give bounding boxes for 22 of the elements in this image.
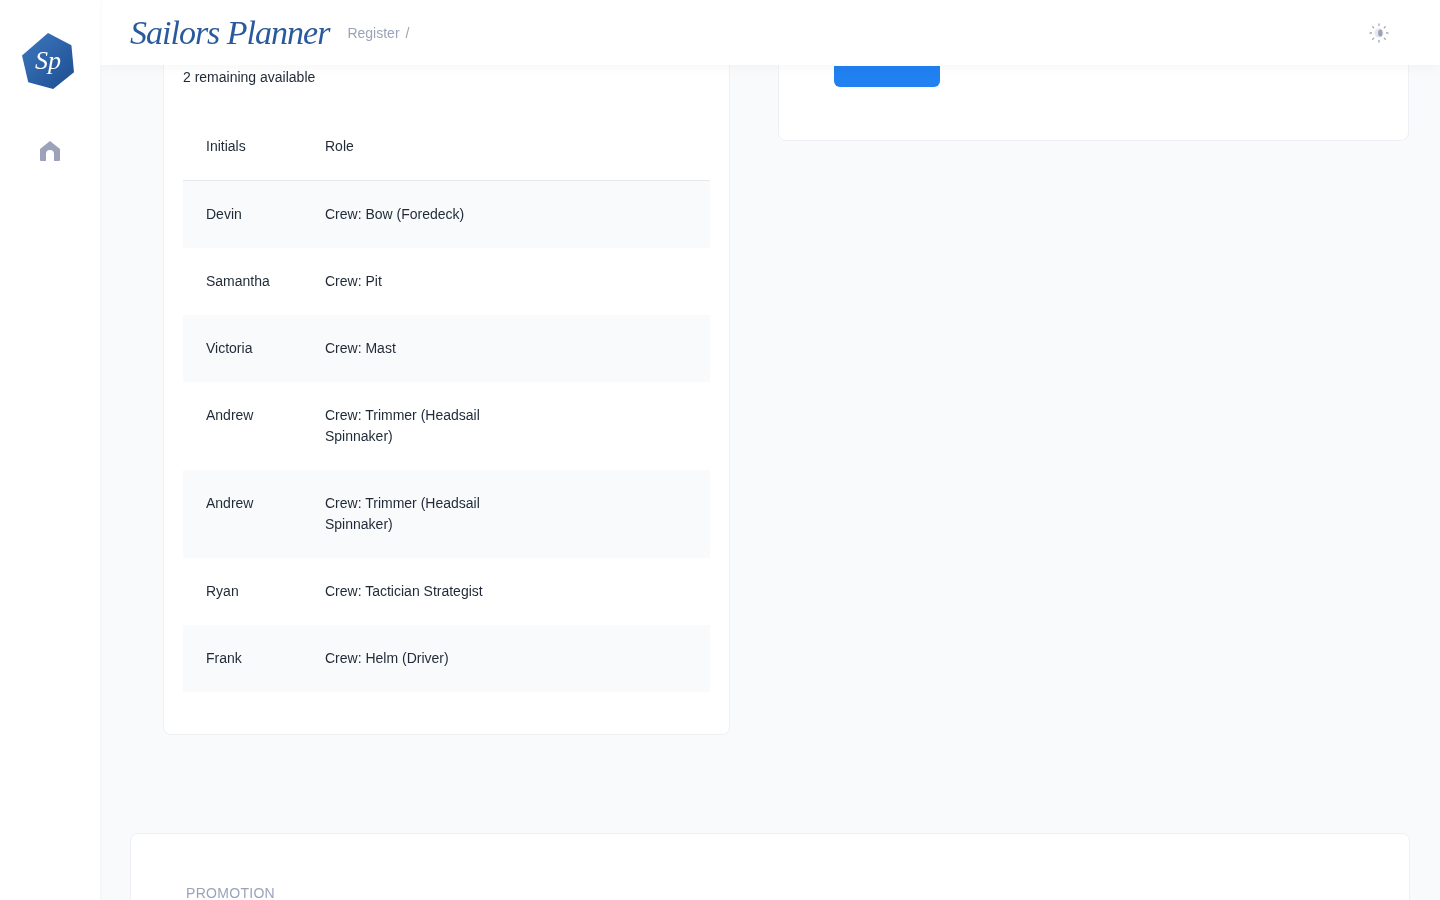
table-cell: Victoria [206,340,253,356]
table-cell: Andrew [206,407,254,423]
table-cell: Crew: Mast [325,340,396,356]
table-cell: Devin [206,206,242,222]
logo: Sp [22,33,74,89]
table-cell: Samantha [206,273,270,289]
table-cell: Crew: Tactician Strategist [325,583,483,599]
table-cell: Crew: Trimmer (Headsail Spinnaker) [325,407,480,444]
remaining-count: 2 remaining available [183,69,317,85]
theme-toggle-icon[interactable] [1368,21,1390,44]
breadcrumb-separator: / [405,24,410,41]
table-cell: Crew: Bow (Foredeck) [325,206,465,222]
table-cell: Crew: Helm (Driver) [325,650,449,666]
table-cell: Ryan [206,583,239,599]
column-header: Initials [183,113,302,181]
column-header: Role [302,113,515,181]
table-cell: Crew: Trimmer (Headsail Spinnaker) [325,495,480,532]
table-cell: Andrew [206,495,254,511]
table-cell: Frank [206,650,242,666]
brand-logo[interactable]: Sailors Planner [130,13,330,52]
section-title: PROMOTION [186,886,277,900]
table-cell: Crew: Pit [325,273,382,289]
